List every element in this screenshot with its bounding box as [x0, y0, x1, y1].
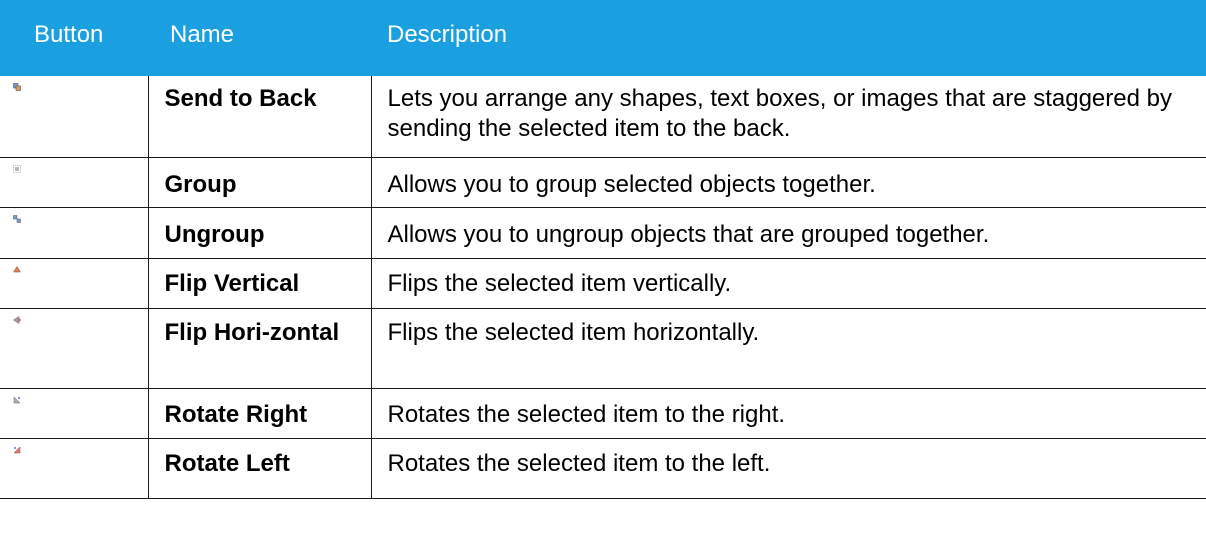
button-name: Rotate Left	[164, 449, 290, 477]
rotate-right-icon	[13, 395, 21, 403]
button-name: Ungroup	[164, 220, 265, 248]
description-cell: Allows you to ungroup objects that are g…	[370, 206, 1206, 259]
table-row: Group Allows you to group selected objec…	[0, 156, 1206, 208]
header-button: Button	[0, 0, 148, 76]
button-name: Flip Vertical	[164, 269, 300, 297]
table-body: Send to Back Lets you arrange any shapes…	[0, 76, 1206, 499]
name-cell: Ungroup	[147, 206, 372, 259]
description-cell: Flips the selected item vertically.	[370, 257, 1206, 309]
button-cell	[0, 437, 149, 499]
flip-vertical-icon	[13, 265, 21, 272]
description-cell: Flips the selected item horizontally.	[370, 307, 1206, 389]
name-cell: Flip Hori-zontal	[147, 307, 372, 389]
button-cell	[0, 76, 149, 158]
button-cell	[0, 156, 149, 208]
button-description: Allows you to group selected objects tog…	[387, 170, 876, 198]
button-description: Allows you to ungroup objects that are g…	[387, 220, 990, 248]
button-name: Rotate Right	[164, 400, 308, 428]
header-row: Button Name Description	[0, 0, 1206, 76]
button-name: Flip Hori-zontal	[164, 318, 340, 346]
flip-horizontal-icon	[13, 315, 21, 324]
description-cell: Allows you to group selected objects tog…	[370, 156, 1206, 208]
button-cell	[0, 257, 149, 309]
button-description: Flips the selected item vertically.	[387, 269, 732, 297]
button-description: Rotates the selected item to the left.	[387, 449, 771, 477]
description-cell: Lets you arrange any shapes, text boxes,…	[370, 76, 1206, 158]
button-cell	[0, 307, 149, 389]
description-cell: Rotates the selected item to the left.	[370, 437, 1206, 499]
name-cell: Flip Vertical	[147, 257, 372, 309]
button-name: Group	[164, 170, 237, 198]
table-row: Rotate Left Rotates the selected item to…	[0, 437, 1206, 499]
table-row: Flip Vertical Flips the selected item ve…	[0, 257, 1206, 309]
name-cell: Rotate Right	[147, 387, 372, 439]
header-name: Name	[148, 0, 371, 76]
rotate-left-icon	[13, 445, 21, 453]
button-description: Lets you arrange any shapes, text boxes,…	[387, 85, 1172, 142]
toolbar-buttons-table: Button Name Description Send to Back Let…	[0, 0, 1206, 499]
ungroup-icon	[13, 214, 21, 223]
button-name: Send to Back	[164, 85, 317, 112]
name-cell: Send to Back	[147, 76, 372, 158]
button-cell	[0, 206, 149, 259]
header-description: Description	[371, 0, 1206, 76]
button-description: Flips the selected item horizontally.	[387, 318, 760, 346]
button-cell	[0, 387, 149, 439]
table-header: Button Name Description	[0, 0, 1206, 76]
table-row: Send to Back Lets you arrange any shapes…	[0, 76, 1206, 158]
name-cell: Rotate Left	[147, 437, 372, 499]
send-to-back-icon	[13, 83, 21, 91]
table-row: Ungroup Allows you to ungroup objects th…	[0, 206, 1206, 259]
button-description: Rotates the selected item to the right.	[387, 400, 786, 428]
description-cell: Rotates the selected item to the right.	[370, 387, 1206, 439]
table-row: Flip Hori-zontal Flips the selected item…	[0, 307, 1206, 389]
name-cell: Group	[147, 156, 372, 208]
table-row: Rotate Right Rotates the selected item t…	[0, 387, 1206, 439]
group-icon	[13, 164, 21, 173]
